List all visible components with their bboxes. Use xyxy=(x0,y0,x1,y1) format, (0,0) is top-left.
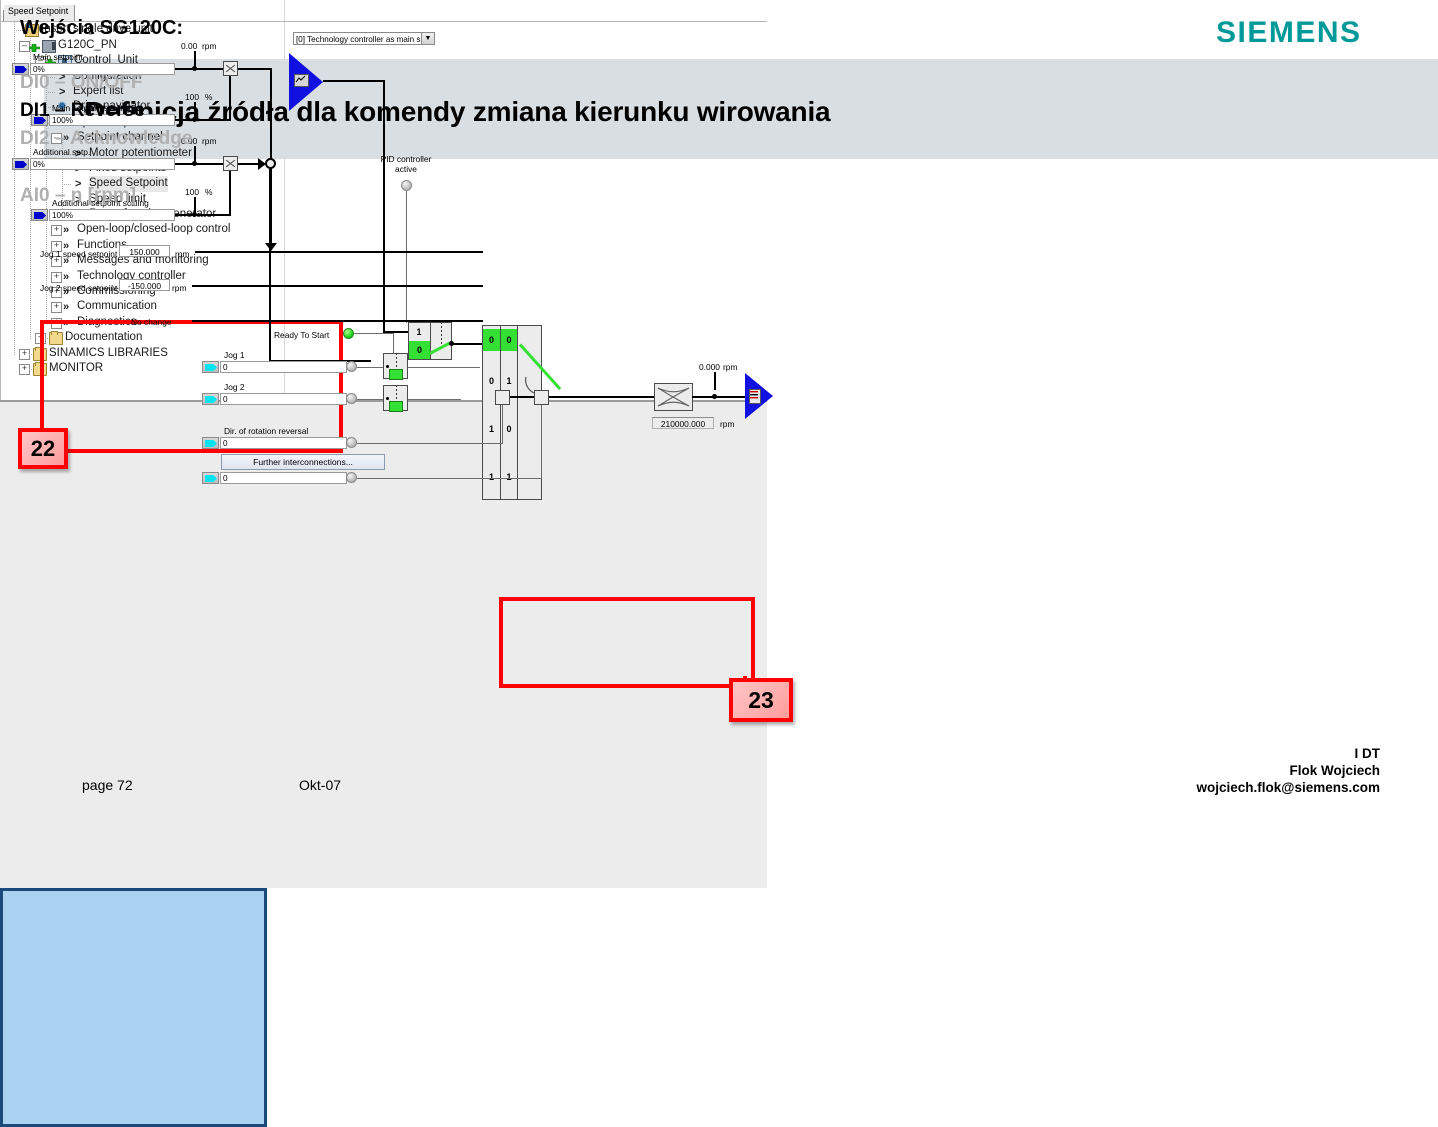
wire-dir-reversal-out xyxy=(357,443,503,444)
tree-item-communication[interactable]: + » Communication xyxy=(1,299,284,314)
online-plus-icon xyxy=(28,42,41,53)
info-box-title: Wejścia SG120C: xyxy=(20,17,184,39)
ramp-function-icon xyxy=(654,383,693,411)
tree-toggle-technology-controller[interactable]: + xyxy=(51,271,62,283)
limit-value-field[interactable]: 210000.000 xyxy=(652,417,714,429)
extra-bico-icon[interactable] xyxy=(202,472,219,484)
callout-23-highlight-box xyxy=(499,597,755,688)
footer-author: Flok Wojciech xyxy=(1289,763,1380,778)
unit-rpm-limit: rpm xyxy=(720,419,735,429)
jog2-signal-indicator xyxy=(346,393,357,404)
info-line-di1: DI1 – Reverse xyxy=(20,100,145,121)
callout-23-badge: 23 xyxy=(729,678,793,722)
truth-row-3-left: 1 xyxy=(488,472,494,482)
further-interconnections-button[interactable]: Further interconnections... xyxy=(221,454,385,470)
info-line-di2: DI2 – Acknowledge xyxy=(20,128,193,149)
wire-riser-b xyxy=(541,398,542,478)
wire-riser-a xyxy=(502,398,503,444)
jog2-bico-value[interactable]: 0 xyxy=(220,393,347,405)
drive-unit-icon xyxy=(42,39,56,53)
info-line-di0: DI0 – ON/OFF xyxy=(20,72,143,93)
footer-email: wojciech.flok@siemens.com xyxy=(1196,780,1380,795)
extra-signal-indicator xyxy=(346,472,357,483)
double-chevron-icon: » xyxy=(63,301,69,314)
footer-page-number: page 72 xyxy=(82,777,133,793)
tree-item-open-closed-loop-control[interactable]: + » Open-loop/closed-loop control xyxy=(1,222,284,237)
truth-row-2-right: 0 xyxy=(506,424,512,434)
tree-toggle-open-loop[interactable]: + xyxy=(51,225,62,237)
info-line-ai0: AI0 – n [rpm] xyxy=(20,185,137,206)
dir-reversal-signal-indicator xyxy=(346,437,357,448)
dir-reversal-bico-value[interactable]: 0 xyxy=(220,437,347,449)
truth-row-2-left: 1 xyxy=(488,424,494,434)
tree-toggle-communication[interactable]: + xyxy=(51,302,62,314)
dir-reversal-bico-icon[interactable] xyxy=(202,437,219,449)
extra-bico-value[interactable]: 0 xyxy=(220,472,347,484)
wire-extra-out xyxy=(357,478,542,479)
truth-table-col-divider-2 xyxy=(517,325,518,500)
label-dir-of-rotation-reversal: Dir. of rotation reversal xyxy=(224,426,309,436)
tree-item-g120c-pn[interactable]: – G120C_PN xyxy=(1,38,284,53)
footer-department: I DT xyxy=(1354,746,1381,761)
inputs-info-box: Wejścia SG120C: DI0 – ON/OFF DI1 – Rever… xyxy=(0,17,267,1127)
output-switch-2 xyxy=(534,390,549,405)
output-switch-1 xyxy=(495,390,510,405)
double-chevron-icon: » xyxy=(63,224,69,237)
callout-22-badge: 22 xyxy=(18,428,68,469)
siemens-logo: SIEMENS xyxy=(1216,16,1362,49)
footer-date: Okt-07 xyxy=(299,777,342,793)
truth-row-3-right: 1 xyxy=(506,472,512,482)
jog2-switch-state xyxy=(389,401,403,412)
jog2-bico-icon[interactable] xyxy=(202,393,219,405)
output-connector-glyph xyxy=(749,389,761,404)
